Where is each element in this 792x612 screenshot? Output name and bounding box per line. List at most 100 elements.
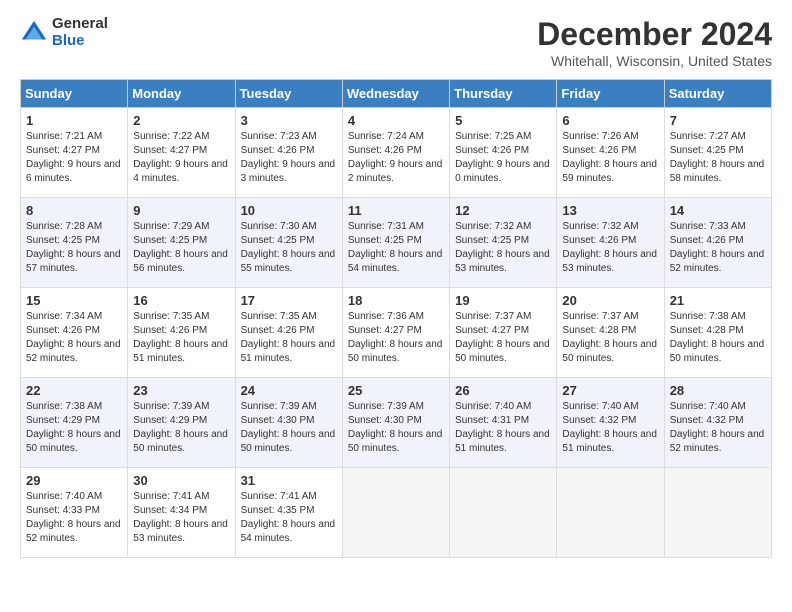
day-number: 25 — [348, 383, 444, 398]
day-number: 31 — [241, 473, 337, 488]
day-number: 18 — [348, 293, 444, 308]
day-details: Sunrise: 7:21 AMSunset: 4:27 PMDaylight:… — [26, 130, 122, 186]
day-details: Sunrise: 7:40 AMSunset: 4:33 PMDaylight:… — [26, 490, 122, 546]
day-details: Sunrise: 7:32 AMSunset: 4:25 PMDaylight:… — [455, 220, 551, 276]
day-details: Sunrise: 7:33 AMSunset: 4:26 PMDaylight:… — [670, 220, 766, 276]
logo: General Blue — [20, 16, 108, 49]
day-details: Sunrise: 7:22 AMSunset: 4:27 PMDaylight:… — [133, 130, 229, 186]
calendar-day-cell: 11 Sunrise: 7:31 AMSunset: 4:25 PMDayligh… — [342, 198, 449, 288]
calendar-day-cell: 27 Sunrise: 7:40 AMSunset: 4:32 PMDayligh… — [557, 378, 664, 468]
day-details: Sunrise: 7:38 AMSunset: 4:28 PMDaylight:… — [670, 310, 766, 366]
calendar-header-tuesday: Tuesday — [235, 80, 342, 108]
day-details: Sunrise: 7:29 AMSunset: 4:25 PMDaylight:… — [133, 220, 229, 276]
calendar-day-cell: 26 Sunrise: 7:40 AMSunset: 4:31 PMDayligh… — [450, 378, 557, 468]
calendar-day-cell: 14 Sunrise: 7:33 AMSunset: 4:26 PMDayligh… — [664, 198, 771, 288]
calendar-week-row: 15Sunrise: 7:34 AMSunset: 4:26 PMDayligh… — [21, 288, 772, 378]
day-number: 24 — [241, 383, 337, 398]
day-details: Sunrise: 7:31 AMSunset: 4:25 PMDaylight:… — [348, 220, 444, 276]
day-details: Sunrise: 7:30 AMSunset: 4:25 PMDaylight:… — [241, 220, 337, 276]
day-details: Sunrise: 7:32 AMSunset: 4:26 PMDaylight:… — [562, 220, 658, 276]
day-number: 16 — [133, 293, 229, 308]
day-number: 29 — [26, 473, 122, 488]
calendar-empty-cell — [557, 468, 664, 558]
day-details: Sunrise: 7:35 AMSunset: 4:26 PMDaylight:… — [133, 310, 229, 366]
logo-general-text: General — [52, 16, 108, 33]
day-number: 12 — [455, 203, 551, 218]
calendar-header-row: SundayMondayTuesdayWednesdayThursdayFrid… — [21, 80, 772, 108]
day-number: 1 — [26, 113, 122, 128]
day-number: 2 — [133, 113, 229, 128]
calendar-day-cell: 17Sunrise: 7:35 AMSunset: 4:26 PMDayligh… — [235, 288, 342, 378]
calendar-day-cell: 15Sunrise: 7:34 AMSunset: 4:26 PMDayligh… — [21, 288, 128, 378]
page-header: General Blue December 2024 Whitehall, Wi… — [20, 16, 772, 69]
logo-blue-text: Blue — [52, 33, 108, 50]
calendar-day-cell: 6 Sunrise: 7:26 AMSunset: 4:26 PMDaylight… — [557, 108, 664, 198]
calendar-header-monday: Monday — [128, 80, 235, 108]
calendar-header-thursday: Thursday — [450, 80, 557, 108]
calendar-empty-cell — [342, 468, 449, 558]
calendar-empty-cell — [664, 468, 771, 558]
day-number: 14 — [670, 203, 766, 218]
day-number: 26 — [455, 383, 551, 398]
calendar-day-cell: 30Sunrise: 7:41 AMSunset: 4:34 PMDayligh… — [128, 468, 235, 558]
calendar-day-cell: 31 Sunrise: 7:41 AMSunset: 4:35 PMDayligh… — [235, 468, 342, 558]
day-details: Sunrise: 7:37 AMSunset: 4:28 PMDaylight:… — [562, 310, 658, 366]
calendar-header-sunday: Sunday — [21, 80, 128, 108]
day-number: 13 — [562, 203, 658, 218]
calendar-table: SundayMondayTuesdayWednesdayThursdayFrid… — [20, 79, 772, 558]
calendar-day-cell: 7 Sunrise: 7:27 AMSunset: 4:25 PMDaylight… — [664, 108, 771, 198]
calendar-day-cell: 4Sunrise: 7:24 AMSunset: 4:26 PMDaylight… — [342, 108, 449, 198]
day-details: Sunrise: 7:34 AMSunset: 4:26 PMDaylight:… — [26, 310, 122, 366]
calendar-day-cell: 9 Sunrise: 7:29 AMSunset: 4:25 PMDaylight… — [128, 198, 235, 288]
calendar-day-cell: 21Sunrise: 7:38 AMSunset: 4:28 PMDayligh… — [664, 288, 771, 378]
day-number: 6 — [562, 113, 658, 128]
day-number: 17 — [241, 293, 337, 308]
day-details: Sunrise: 7:27 AMSunset: 4:25 PMDaylight:… — [670, 130, 766, 186]
location: Whitehall, Wisconsin, United States — [537, 53, 772, 69]
day-details: Sunrise: 7:23 AMSunset: 4:26 PMDaylight:… — [241, 130, 337, 186]
day-number: 9 — [133, 203, 229, 218]
calendar-week-row: 29 Sunrise: 7:40 AMSunset: 4:33 PMDayligh… — [21, 468, 772, 558]
day-details: Sunrise: 7:41 AMSunset: 4:35 PMDaylight:… — [241, 490, 337, 546]
day-details: Sunrise: 7:25 AMSunset: 4:26 PMDaylight:… — [455, 130, 551, 186]
calendar-day-cell: 23 Sunrise: 7:39 AMSunset: 4:29 PMDayligh… — [128, 378, 235, 468]
calendar-header-saturday: Saturday — [664, 80, 771, 108]
day-number: 7 — [670, 113, 766, 128]
day-details: Sunrise: 7:37 AMSunset: 4:27 PMDaylight:… — [455, 310, 551, 366]
calendar-header-wednesday: Wednesday — [342, 80, 449, 108]
calendar-week-row: 8 Sunrise: 7:28 AMSunset: 4:25 PMDaylight… — [21, 198, 772, 288]
day-details: Sunrise: 7:36 AMSunset: 4:27 PMDaylight:… — [348, 310, 444, 366]
day-number: 30 — [133, 473, 229, 488]
calendar-day-cell: 12 Sunrise: 7:32 AMSunset: 4:25 PMDayligh… — [450, 198, 557, 288]
day-number: 27 — [562, 383, 658, 398]
day-details: Sunrise: 7:26 AMSunset: 4:26 PMDaylight:… — [562, 130, 658, 186]
calendar-day-cell: 19Sunrise: 7:37 AMSunset: 4:27 PMDayligh… — [450, 288, 557, 378]
calendar-day-cell: 13 Sunrise: 7:32 AMSunset: 4:26 PMDayligh… — [557, 198, 664, 288]
calendar-day-cell: 3 Sunrise: 7:23 AMSunset: 4:26 PMDaylight… — [235, 108, 342, 198]
day-number: 28 — [670, 383, 766, 398]
day-details: Sunrise: 7:40 AMSunset: 4:31 PMDaylight:… — [455, 400, 551, 456]
day-details: Sunrise: 7:40 AMSunset: 4:32 PMDaylight:… — [562, 400, 658, 456]
calendar-day-cell: 22Sunrise: 7:38 AMSunset: 4:29 PMDayligh… — [21, 378, 128, 468]
day-number: 23 — [133, 383, 229, 398]
calendar-day-cell: 1 Sunrise: 7:21 AMSunset: 4:27 PMDaylight… — [21, 108, 128, 198]
day-details: Sunrise: 7:28 AMSunset: 4:25 PMDaylight:… — [26, 220, 122, 276]
day-details: Sunrise: 7:39 AMSunset: 4:30 PMDaylight:… — [241, 400, 337, 456]
day-number: 8 — [26, 203, 122, 218]
calendar-day-cell: 18 Sunrise: 7:36 AMSunset: 4:27 PMDayligh… — [342, 288, 449, 378]
calendar-day-cell: 10Sunrise: 7:30 AMSunset: 4:25 PMDayligh… — [235, 198, 342, 288]
calendar-day-cell: 24 Sunrise: 7:39 AMSunset: 4:30 PMDayligh… — [235, 378, 342, 468]
logo-text: General Blue — [52, 16, 108, 49]
day-number: 20 — [562, 293, 658, 308]
calendar-day-cell: 29 Sunrise: 7:40 AMSunset: 4:33 PMDayligh… — [21, 468, 128, 558]
day-number: 11 — [348, 203, 444, 218]
day-details: Sunrise: 7:39 AMSunset: 4:29 PMDaylight:… — [133, 400, 229, 456]
calendar-day-cell: 20 Sunrise: 7:37 AMSunset: 4:28 PMDayligh… — [557, 288, 664, 378]
calendar-day-cell: 16 Sunrise: 7:35 AMSunset: 4:26 PMDayligh… — [128, 288, 235, 378]
calendar-day-cell: 25Sunrise: 7:39 AMSunset: 4:30 PMDayligh… — [342, 378, 449, 468]
calendar-day-cell: 5 Sunrise: 7:25 AMSunset: 4:26 PMDaylight… — [450, 108, 557, 198]
day-number: 5 — [455, 113, 551, 128]
day-number: 3 — [241, 113, 337, 128]
calendar-week-row: 22Sunrise: 7:38 AMSunset: 4:29 PMDayligh… — [21, 378, 772, 468]
day-details: Sunrise: 7:38 AMSunset: 4:29 PMDaylight:… — [26, 400, 122, 456]
